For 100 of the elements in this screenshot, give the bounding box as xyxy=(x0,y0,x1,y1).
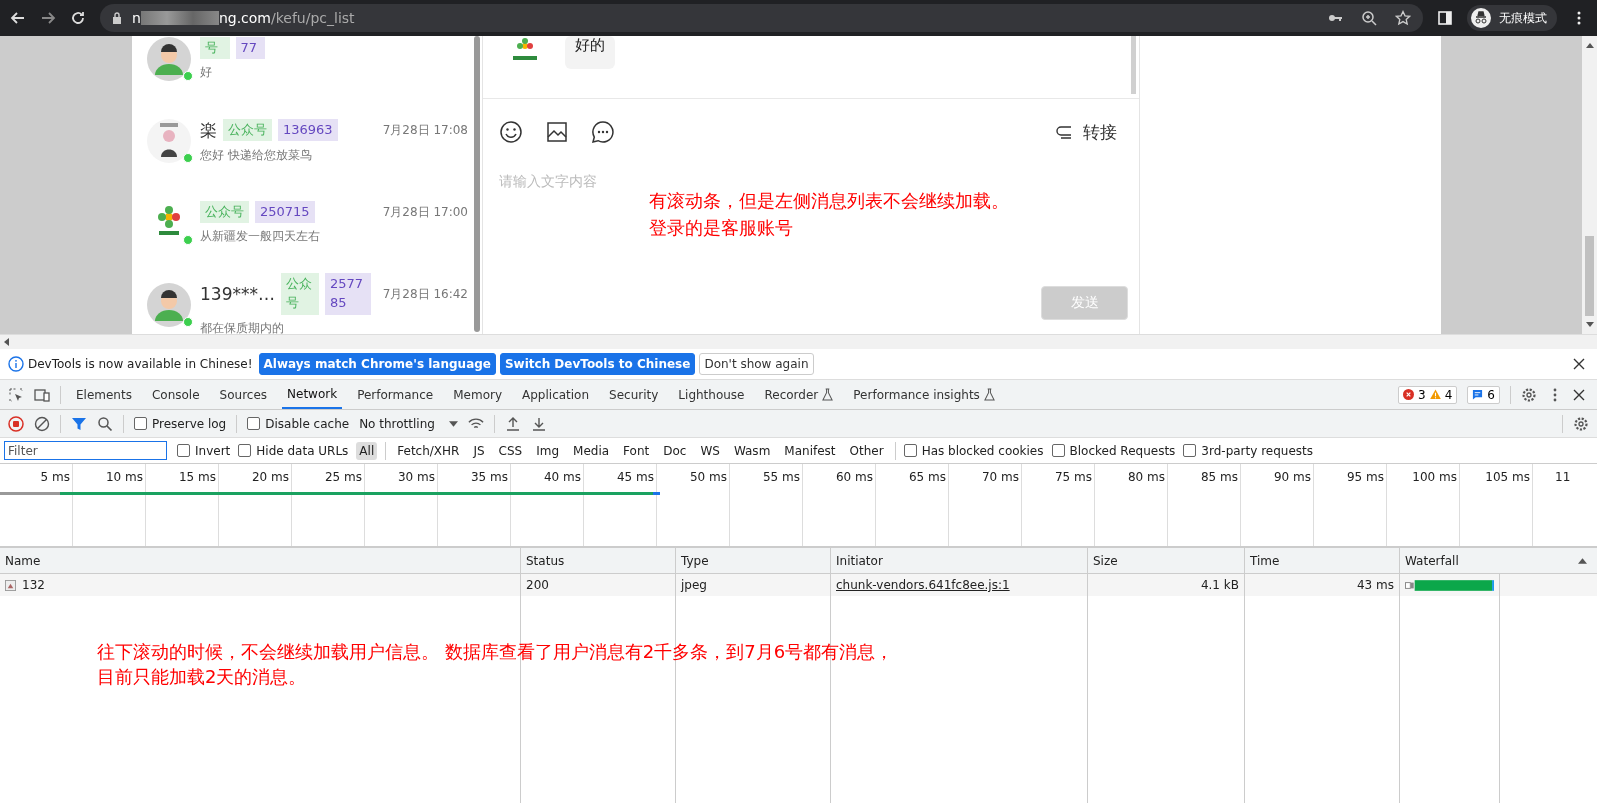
error-count: 3 xyxy=(1418,387,1426,402)
type-filter-button[interactable]: Fetch/XHR xyxy=(394,441,463,460)
record-icon[interactable] xyxy=(8,415,24,432)
clear-icon[interactable] xyxy=(34,415,50,432)
transfer-button[interactable]: 转接 xyxy=(1055,120,1117,144)
conversation-item[interactable]: 号 77 好 xyxy=(132,36,474,100)
timeline-tick-label: 100 ms xyxy=(1412,470,1457,484)
filter-icon[interactable] xyxy=(71,415,87,432)
disable-cache-checkbox[interactable]: Disable cache xyxy=(247,416,350,431)
type-filter-button[interactable]: Manifest xyxy=(781,441,839,460)
scrollbar-thumb[interactable] xyxy=(1585,236,1594,316)
message-time: 7月28日 16:42 xyxy=(382,285,468,303)
type-filter-button[interactable]: CSS xyxy=(495,441,526,460)
chat-bubble-icon[interactable] xyxy=(591,120,615,144)
invert-checkbox[interactable]: Invert xyxy=(177,443,231,458)
type-filter-button[interactable]: Wasm xyxy=(730,441,774,460)
url-text: n xyxy=(132,10,141,26)
zoom-icon[interactable] xyxy=(1361,10,1377,26)
devtools-tab[interactable]: Elements xyxy=(71,380,137,409)
type-filter-button[interactable]: Img xyxy=(533,441,563,460)
infobar-button[interactable]: Switch DevTools to Chinese xyxy=(499,353,696,375)
type-filter-button[interactable]: Other xyxy=(846,441,887,460)
table-cell: jpeg xyxy=(681,578,707,592)
timeline-tick-label: 20 ms xyxy=(251,470,289,484)
image-icon[interactable] xyxy=(545,120,569,144)
column-header[interactable]: Initiator xyxy=(831,548,1088,573)
table-cell[interactable]: 132 xyxy=(22,578,45,592)
upload-icon[interactable] xyxy=(504,415,521,432)
timeline-tick-label: 40 ms xyxy=(543,470,581,484)
emoji-icon[interactable] xyxy=(499,120,523,144)
scrollbar-thumb[interactable] xyxy=(1131,36,1136,94)
address-bar[interactable]: n ng.com/kefu/pc_list xyxy=(100,4,1423,32)
back-icon[interactable] xyxy=(10,10,26,26)
type-filter-button[interactable]: Font xyxy=(620,441,653,460)
incognito-chip[interactable]: 无痕模式 xyxy=(1467,5,1557,31)
devtools-tab[interactable]: Console xyxy=(146,380,205,409)
reload-icon[interactable] xyxy=(70,10,86,26)
inspect-icon[interactable] xyxy=(8,386,24,403)
devtools-tab[interactable]: Performance xyxy=(352,380,439,409)
star-icon[interactable] xyxy=(1395,10,1411,26)
sort-up-icon xyxy=(1578,557,1587,564)
timeline-tick-label: 10 ms xyxy=(105,470,143,484)
info-message: DevTools is now available in Chinese! xyxy=(28,357,253,371)
hide-data-urls-checkbox[interactable]: Hide data URLs xyxy=(238,443,349,458)
conversation-item[interactable]: 公众号 250715 7月28日 17:00 从新疆发一般四天左右 xyxy=(132,182,474,264)
contact-name: 139***… xyxy=(200,284,275,304)
filter-checkbox[interactable]: Has blocked cookies xyxy=(903,443,1044,458)
devtools-tab[interactable]: Recorder xyxy=(759,380,839,409)
column-header[interactable]: Type xyxy=(676,548,831,573)
timeline-tick-label: 55 ms xyxy=(762,470,800,484)
filter-checkbox[interactable]: Blocked Requests xyxy=(1051,443,1176,458)
search-icon[interactable] xyxy=(97,415,113,432)
info-icon xyxy=(8,356,24,372)
type-filter-button[interactable]: All xyxy=(356,441,378,460)
initiator-link[interactable]: chunk-vendors.641fc8ee.js:1 xyxy=(836,578,1010,592)
devtools-tab[interactable]: Sources xyxy=(214,380,273,409)
issues-counter[interactable]: 3 4 xyxy=(1398,385,1458,404)
type-filter-button[interactable]: Media xyxy=(570,441,613,460)
devtools-tab[interactable]: Performance insights xyxy=(848,380,1000,409)
close-icon[interactable] xyxy=(1573,358,1585,370)
devtools-tab[interactable]: Application xyxy=(517,380,595,409)
column-header[interactable]: Time xyxy=(1245,548,1400,573)
message-preview: 从新疆发一般四天左右 xyxy=(200,228,321,246)
device-toolbar-icon[interactable] xyxy=(34,386,50,403)
tag: 公众号 xyxy=(200,200,249,224)
devtools-tab[interactable]: Security xyxy=(604,380,664,409)
forward-icon[interactable] xyxy=(40,10,56,26)
throttling-dropdown[interactable]: No throttling xyxy=(359,416,458,431)
timeline-tick-label: 80 ms xyxy=(1127,470,1165,484)
column-header[interactable]: Name xyxy=(0,548,521,573)
caret-icon xyxy=(448,420,458,427)
filter-field[interactable]: Filter xyxy=(4,441,167,460)
infobar-button[interactable]: Don't show again xyxy=(699,353,814,375)
devtools-tab[interactable]: Lighthouse xyxy=(673,380,750,409)
contact-name: 楽 xyxy=(200,118,217,142)
close-icon[interactable] xyxy=(1573,388,1585,401)
message-count: 6 xyxy=(1487,387,1495,402)
scrollbar-thumb[interactable] xyxy=(474,36,480,332)
type-filter-button[interactable]: WS xyxy=(697,441,723,460)
url-path: /kefu/pc_list xyxy=(271,10,355,26)
tag: 250715 xyxy=(255,200,315,224)
column-header[interactable]: Size xyxy=(1088,548,1245,573)
conversation-item[interactable]: 楽 公众号 136963 7月28日 17:08 您好 快递给您放菜鸟 xyxy=(132,100,474,182)
error-icon xyxy=(1403,389,1415,400)
type-filter-button[interactable]: JS xyxy=(470,441,488,460)
column-header[interactable]: Status xyxy=(521,548,676,573)
messages-counter[interactable]: 6 xyxy=(1467,385,1500,404)
side-panel-icon[interactable] xyxy=(1437,10,1453,26)
column-header[interactable]: Waterfall xyxy=(1400,548,1597,573)
settings-icon[interactable] xyxy=(1521,386,1537,403)
message-bubble: 好的 xyxy=(565,36,615,69)
infobar-button[interactable]: Always match Chrome's language xyxy=(258,353,496,375)
devtools-tab[interactable]: Memory xyxy=(448,380,507,409)
type-filter-button[interactable]: Doc xyxy=(660,441,690,460)
settings-icon[interactable] xyxy=(1573,415,1589,432)
filter-checkbox[interactable]: 3rd-party requests xyxy=(1183,443,1314,458)
transfer-icon xyxy=(1055,123,1073,141)
download-icon[interactable] xyxy=(530,415,547,432)
preserve-log-checkbox[interactable]: Preserve log xyxy=(134,416,227,431)
timeline-tick-label: 25 ms xyxy=(324,470,362,484)
